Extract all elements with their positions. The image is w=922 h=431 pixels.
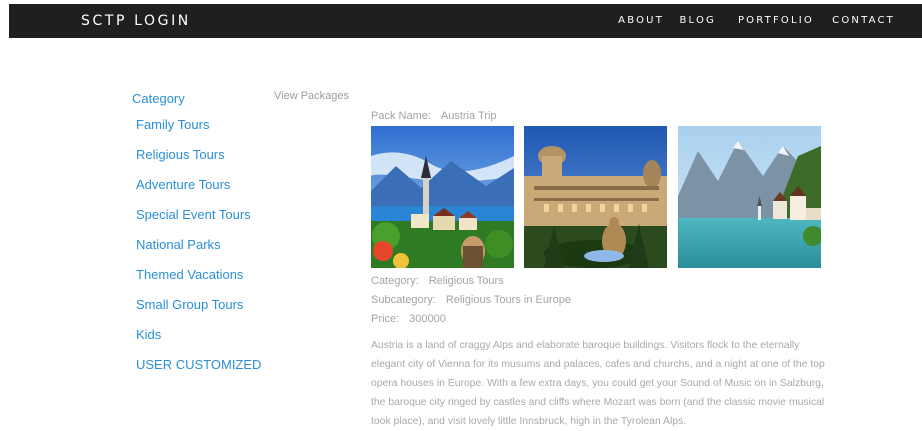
category-item-small-group-tours[interactable]: Small Group Tours <box>136 297 243 312</box>
nav-about[interactable]: ABOUT <box>618 15 664 26</box>
nav-portfolio[interactable]: PORTFOLIO <box>738 15 814 26</box>
brand-logo-text[interactable]: SCTP LOGIN <box>81 13 191 29</box>
category-item-religious-tours[interactable]: Religious Tours <box>136 147 225 162</box>
category-item-user-customized[interactable]: USER CUSTOMIZED <box>136 357 261 372</box>
top-navbar: SCTP LOGIN ABOUT BLOG PORTFOLIO CONTACT <box>9 4 922 38</box>
pack-name-value: Austria Trip <box>440 110 497 122</box>
subcategory-row: Subcategory: Religious Tours in Europe <box>371 294 571 306</box>
price-row: Price: 300000 <box>371 313 446 325</box>
category-heading: Category <box>132 91 185 106</box>
price-value: 300000 <box>409 313 446 325</box>
category-label: Category: <box>371 275 419 287</box>
nav-blog[interactable]: BLOG <box>680 15 717 26</box>
alpine-lake-photo[interactable] <box>678 126 821 268</box>
nav-contact[interactable]: CONTACT <box>832 15 895 26</box>
hallstatt-village-photo[interactable] <box>371 126 514 268</box>
vienna-palace-photo[interactable] <box>524 126 667 268</box>
category-item-adventure-tours[interactable]: Adventure Tours <box>136 177 230 192</box>
subcategory-value: Religious Tours in Europe <box>445 294 571 306</box>
pack-name-row: Pack Name: Austria Trip <box>371 110 497 122</box>
price-label: Price: <box>371 313 400 325</box>
package-description: Austria is a land of craggy Alps and ela… <box>371 340 825 427</box>
category-item-themed-vacations[interactable]: Themed Vacations <box>136 267 243 282</box>
pack-name-label: Pack Name: <box>371 110 431 122</box>
category-value: Religious Tours <box>428 275 504 287</box>
category-item-family-tours[interactable]: Family Tours <box>136 117 209 132</box>
category-item-kids[interactable]: Kids <box>136 327 161 342</box>
category-row: Category: Religious Tours <box>371 275 504 287</box>
category-item-special-event-tours[interactable]: Special Event Tours <box>136 207 251 222</box>
view-packages-link[interactable]: View Packages <box>274 90 349 102</box>
subcategory-label: Subcategory: <box>371 294 436 306</box>
category-item-national-parks[interactable]: National Parks <box>136 237 221 252</box>
